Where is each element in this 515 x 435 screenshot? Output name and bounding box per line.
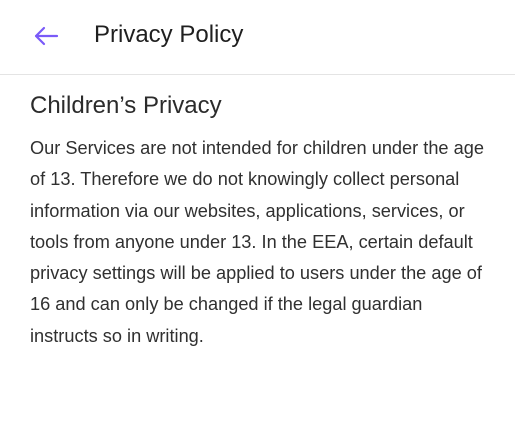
next-section-heading-partial xyxy=(120,421,270,435)
back-button[interactable] xyxy=(28,20,64,52)
arrow-left-icon xyxy=(34,26,59,46)
app-bar: Privacy Policy xyxy=(0,0,515,75)
section-heading: Children’s Privacy xyxy=(30,92,222,119)
policy-content: Children’s Privacy Our Services are not … xyxy=(30,89,492,352)
page-title: Privacy Policy xyxy=(94,21,244,48)
section-body: Our Services are not intended for childr… xyxy=(30,138,484,346)
